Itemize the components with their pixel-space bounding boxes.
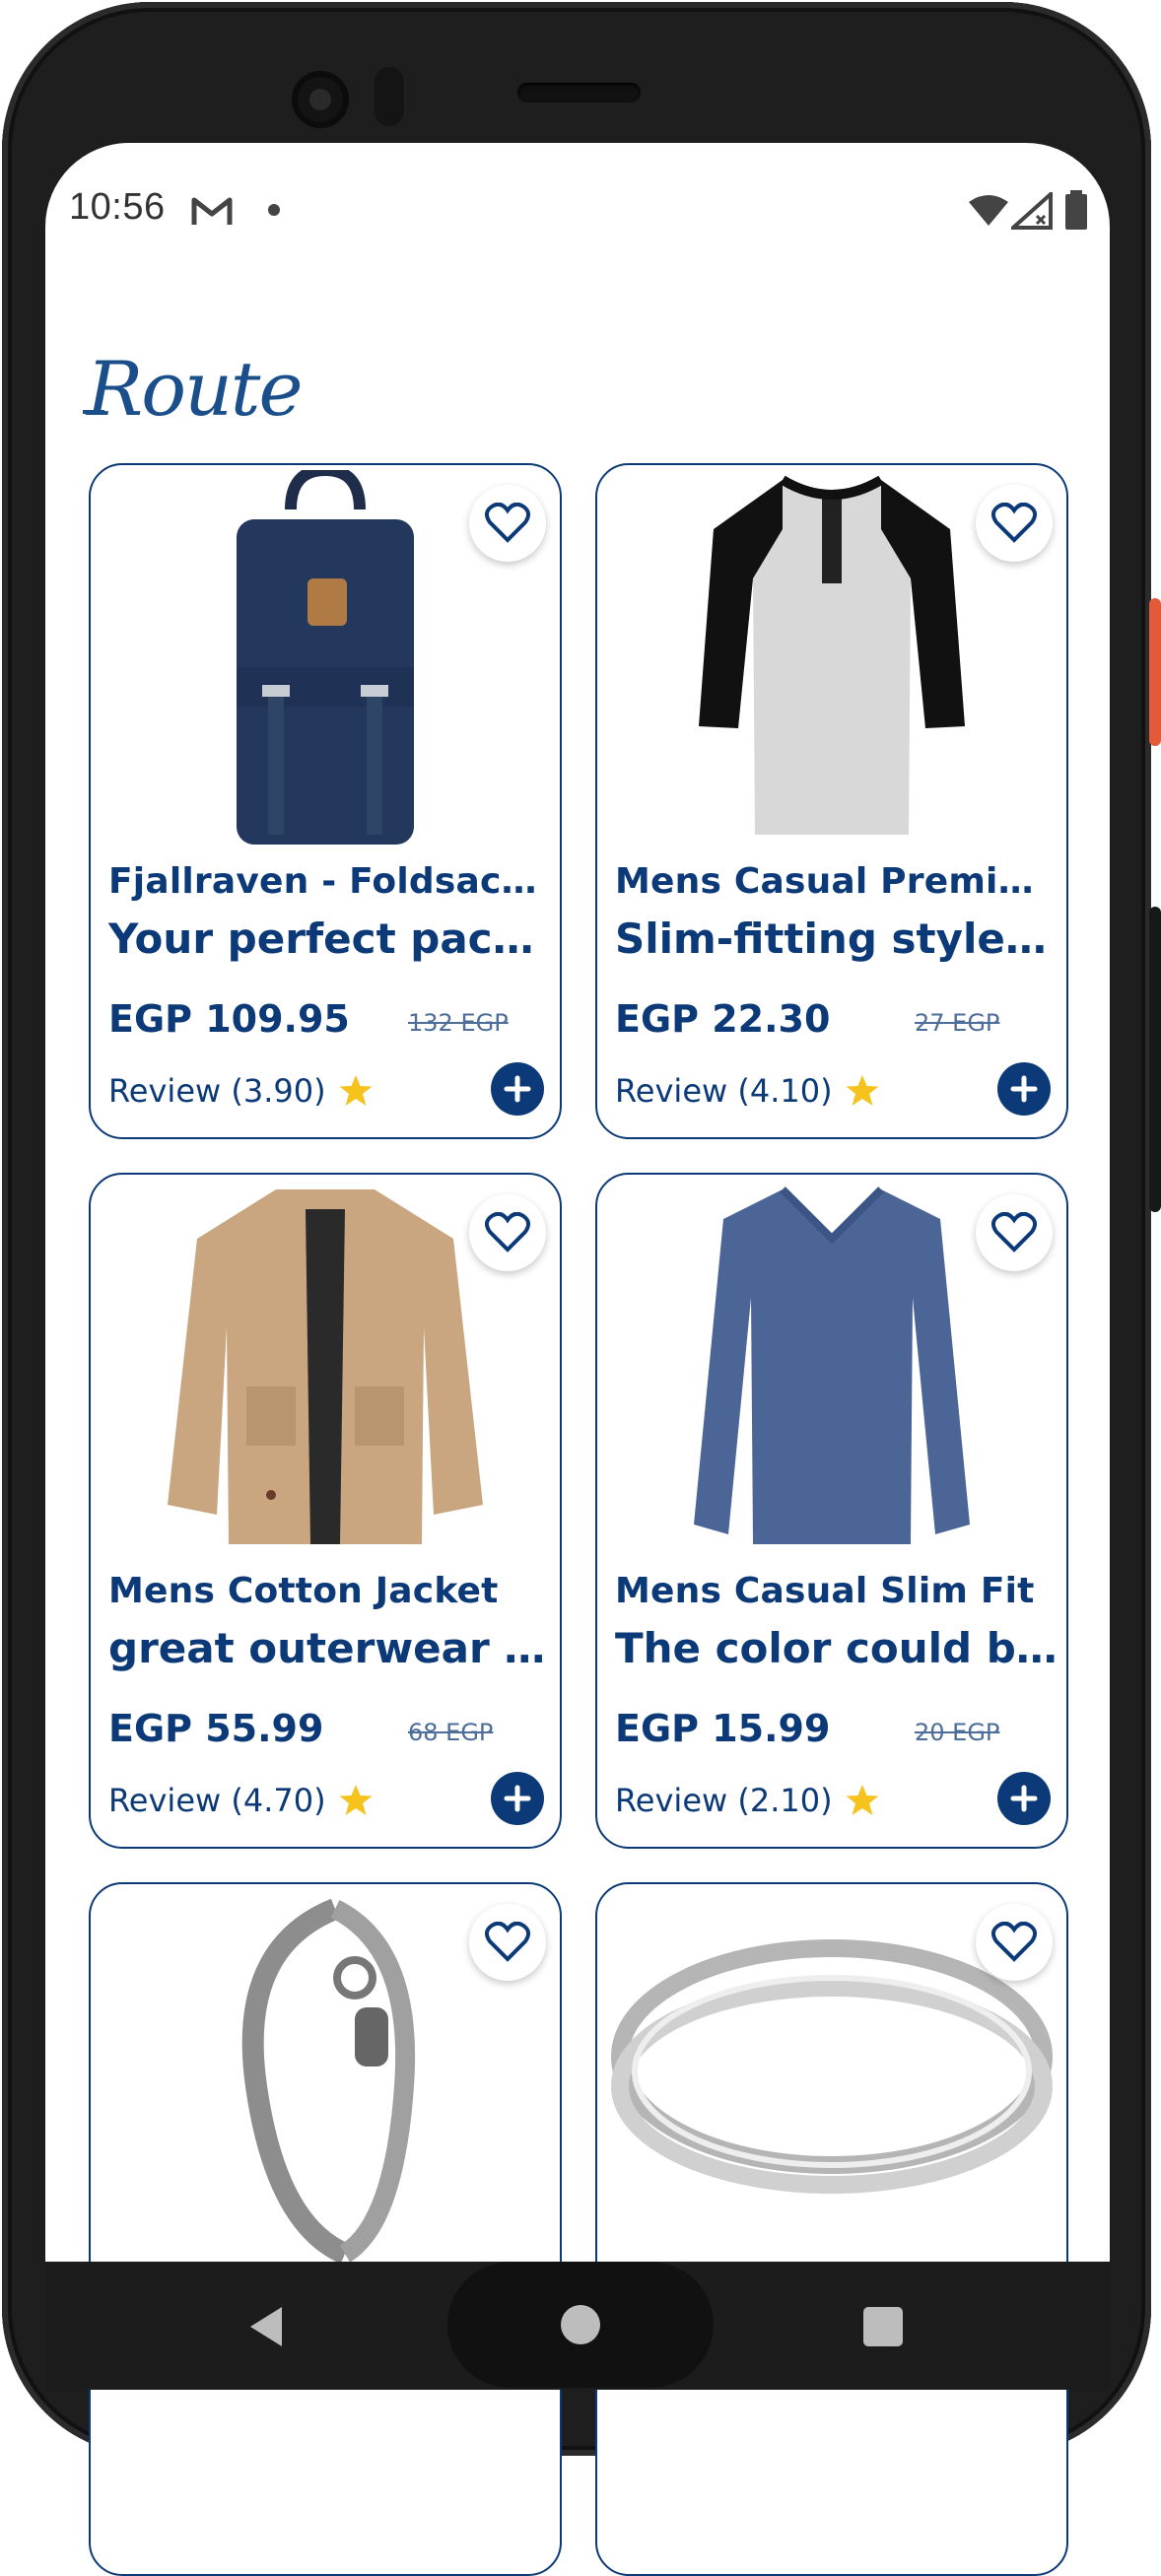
product-review: Review (3.90) <box>108 1072 374 1110</box>
product-old-price: 27 EGP <box>915 1009 1000 1037</box>
plus-icon <box>1010 1785 1038 1812</box>
favorite-button[interactable] <box>469 485 546 562</box>
star-icon <box>846 1075 879 1106</box>
add-to-cart-button[interactable] <box>997 1062 1051 1116</box>
heart-icon <box>991 1212 1037 1253</box>
product-grid: Fjallraven - Foldsack No. 1 Backpack, Fi… <box>89 463 1068 2576</box>
plus-icon <box>1010 1075 1038 1103</box>
product-old-price: 132 EGP <box>408 1009 509 1037</box>
review-text: Review (3.90) <box>108 1072 326 1110</box>
star-icon <box>339 1075 373 1106</box>
product-title: Fjallraven - Foldsack No. 1 Backpack, Fi… <box>108 861 552 902</box>
heart-icon <box>991 503 1037 543</box>
star-icon <box>846 1785 879 1815</box>
product-title: Mens Casual Premium Slim Fit T-Shirts <box>615 861 1059 902</box>
heart-icon <box>485 1212 530 1253</box>
product-card[interactable]: Mens Casual Slim Fit The color could be … <box>595 1173 1068 1849</box>
star-icon <box>339 1785 373 1815</box>
heart-icon <box>485 1922 530 1962</box>
product-price: EGP 22.30 <box>615 997 831 1041</box>
product-review: Review (4.10) <box>615 1072 880 1110</box>
power-button <box>1149 598 1161 746</box>
product-review: Review (2.10) <box>615 1782 880 1819</box>
favorite-button[interactable] <box>469 1904 546 1981</box>
review-text: Review (2.10) <box>615 1782 833 1819</box>
notification-dot <box>268 204 280 216</box>
volume-button <box>1149 907 1161 1212</box>
product-card[interactable]: Mens Casual Premium Slim Fit T-Shirts Sl… <box>595 463 1068 1139</box>
heart-icon <box>485 503 530 543</box>
battery-icon <box>1065 190 1087 230</box>
product-card[interactable]: Mens Cotton Jacket great outerwear jacke… <box>89 1173 562 1849</box>
product-card[interactable] <box>89 1882 562 2576</box>
favorite-button[interactable] <box>976 1194 1053 1271</box>
gmail-icon <box>191 197 233 225</box>
product-price: EGP 109.95 <box>108 997 350 1041</box>
product-description: Slim-fitting style, contrast raglan long… <box>615 915 1059 963</box>
add-to-cart-button[interactable] <box>997 1772 1051 1825</box>
product-old-price: 20 EGP <box>915 1719 1000 1746</box>
earpiece-speaker <box>517 83 641 102</box>
route-logo: Route <box>82 345 303 433</box>
heart-icon <box>991 1922 1037 1962</box>
add-to-cart-button[interactable] <box>491 1772 544 1825</box>
product-price: EGP 55.99 <box>108 1707 324 1750</box>
favorite-button[interactable] <box>976 485 1053 562</box>
product-old-price: 68 EGP <box>408 1719 494 1746</box>
recent-apps-icon[interactable] <box>863 2307 903 2346</box>
add-to-cart-button[interactable] <box>491 1062 544 1116</box>
favorite-button[interactable] <box>976 1904 1053 1981</box>
review-text: Review (4.10) <box>615 1072 833 1110</box>
home-button[interactable] <box>447 2262 714 2388</box>
system-nav-bar <box>45 2262 1110 2390</box>
favorite-button[interactable] <box>469 1194 546 1271</box>
product-price: EGP 15.99 <box>615 1707 831 1750</box>
product-review: Review (4.70) <box>108 1782 374 1819</box>
product-card[interactable]: Fjallraven - Foldsack No. 1 Backpack, Fi… <box>89 463 562 1139</box>
product-card[interactable] <box>595 1882 1068 2576</box>
product-title: Mens Casual Slim Fit <box>615 1571 1035 1611</box>
product-description: The color could be slightly different be… <box>615 1624 1059 1672</box>
product-description: great outerwear jackets for Spring/Autum… <box>108 1624 552 1672</box>
product-title: Mens Cotton Jacket <box>108 1571 499 1611</box>
phone-frame: 10:56 Route Fjallraven - Foldsack Your p… <box>0 0 1161 2576</box>
front-camera <box>292 71 349 128</box>
proximity-sensor <box>375 67 404 126</box>
wifi-icon <box>969 195 1008 226</box>
product-description: Your perfect pack for everyday use and w… <box>108 915 552 963</box>
plus-icon <box>504 1075 531 1103</box>
review-text: Review (4.70) <box>108 1782 326 1819</box>
back-icon[interactable] <box>246 2305 286 2348</box>
signal-icon <box>1011 192 1053 230</box>
plus-icon <box>504 1785 531 1812</box>
status-time: 10:56 <box>69 186 166 228</box>
